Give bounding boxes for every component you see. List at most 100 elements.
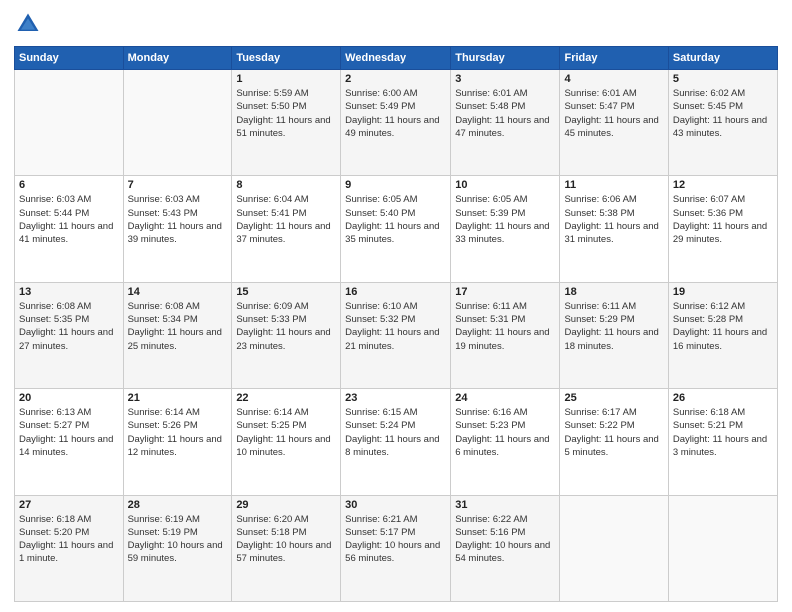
calendar-week-3: 13 Sunrise: 6:08 AM Sunset: 5:35 PM Dayli… [15,282,778,388]
calendar-week-1: 1Sunrise: 5:59 AM Sunset: 5:50 PM Daylig… [15,70,778,176]
calendar-week-2: 6 Sunrise: 6:03 AM Sunset: 5:44 PM Daylig… [15,176,778,282]
cell-content: Sunrise: 6:18 AM Sunset: 5:21 PM Dayligh… [673,406,773,459]
calendar-cell: 31 Sunrise: 6:22 AM Sunset: 5:16 PM Dayli… [451,495,560,601]
cell-content: Sunrise: 6:05 AM Sunset: 5:39 PM Dayligh… [455,193,555,246]
calendar-cell: 6 Sunrise: 6:03 AM Sunset: 5:44 PM Daylig… [15,176,124,282]
calendar-cell: 19 Sunrise: 6:12 AM Sunset: 5:28 PM Dayli… [668,282,777,388]
calendar-cell: 20 Sunrise: 6:13 AM Sunset: 5:27 PM Dayli… [15,389,124,495]
calendar-cell: 8 Sunrise: 6:04 AM Sunset: 5:41 PM Daylig… [232,176,341,282]
calendar-body: 1Sunrise: 5:59 AM Sunset: 5:50 PM Daylig… [15,70,778,602]
day-number: 9 [345,179,446,191]
calendar-cell: 13 Sunrise: 6:08 AM Sunset: 5:35 PM Dayli… [15,282,124,388]
calendar-cell: 16Sunrise: 6:10 AM Sunset: 5:32 PM Dayli… [341,282,451,388]
cell-content: Sunrise: 6:14 AM Sunset: 5:26 PM Dayligh… [128,406,228,459]
cell-content: Sunrise: 6:09 AM Sunset: 5:33 PM Dayligh… [236,300,336,353]
cell-content: Sunrise: 6:03 AM Sunset: 5:44 PM Dayligh… [19,193,119,246]
calendar-cell: 12 Sunrise: 6:07 AM Sunset: 5:36 PM Dayli… [668,176,777,282]
calendar-cell: 2 Sunrise: 6:00 AM Sunset: 5:49 PM Daylig… [341,70,451,176]
day-number: 28 [128,499,228,511]
calendar-cell: 29Sunrise: 6:20 AM Sunset: 5:18 PM Dayli… [232,495,341,601]
cell-content: Sunrise: 6:15 AM Sunset: 5:24 PM Dayligh… [345,406,446,459]
cell-content: Sunrise: 6:11 AM Sunset: 5:29 PM Dayligh… [564,300,663,353]
calendar-cell [15,70,124,176]
calendar-table: SundayMondayTuesdayWednesdayThursdayFrid… [14,46,778,602]
cell-content: Sunrise: 6:18 AM Sunset: 5:20 PM Dayligh… [19,513,119,566]
day-number: 4 [564,73,663,85]
calendar-week-4: 20 Sunrise: 6:13 AM Sunset: 5:27 PM Dayli… [15,389,778,495]
calendar-header: SundayMondayTuesdayWednesdayThursdayFrid… [15,47,778,70]
day-number: 21 [128,392,228,404]
calendar-cell: 25Sunrise: 6:17 AM Sunset: 5:22 PM Dayli… [560,389,668,495]
cell-content: Sunrise: 6:07 AM Sunset: 5:36 PM Dayligh… [673,193,773,246]
weekday-monday: Monday [123,47,232,70]
cell-content: Sunrise: 6:21 AM Sunset: 5:17 PM Dayligh… [345,513,446,566]
day-number: 13 [19,286,119,298]
cell-content: Sunrise: 6:08 AM Sunset: 5:34 PM Dayligh… [128,300,228,353]
cell-content: Sunrise: 6:13 AM Sunset: 5:27 PM Dayligh… [19,406,119,459]
calendar-cell: 23 Sunrise: 6:15 AM Sunset: 5:24 PM Dayli… [341,389,451,495]
calendar-cell: 4Sunrise: 6:01 AM Sunset: 5:47 PM Daylig… [560,70,668,176]
weekday-row: SundayMondayTuesdayWednesdayThursdayFrid… [15,47,778,70]
page: SundayMondayTuesdayWednesdayThursdayFrid… [0,0,792,612]
calendar-cell: 28Sunrise: 6:19 AM Sunset: 5:19 PM Dayli… [123,495,232,601]
cell-content: Sunrise: 6:04 AM Sunset: 5:41 PM Dayligh… [236,193,336,246]
cell-content: Sunrise: 6:17 AM Sunset: 5:22 PM Dayligh… [564,406,663,459]
day-number: 27 [19,499,119,511]
calendar-week-5: 27 Sunrise: 6:18 AM Sunset: 5:20 PM Dayli… [15,495,778,601]
cell-content: Sunrise: 6:12 AM Sunset: 5:28 PM Dayligh… [673,300,773,353]
day-number: 12 [673,179,773,191]
calendar-cell [668,495,777,601]
day-number: 24 [455,392,555,404]
calendar-cell: 17 Sunrise: 6:11 AM Sunset: 5:31 PM Dayli… [451,282,560,388]
day-number: 19 [673,286,773,298]
day-number: 20 [19,392,119,404]
weekday-tuesday: Tuesday [232,47,341,70]
calendar-cell: 18 Sunrise: 6:11 AM Sunset: 5:29 PM Dayli… [560,282,668,388]
calendar-cell: 5Sunrise: 6:02 AM Sunset: 5:45 PM Daylig… [668,70,777,176]
cell-content: Sunrise: 6:02 AM Sunset: 5:45 PM Dayligh… [673,87,773,140]
weekday-friday: Friday [560,47,668,70]
day-number: 2 [345,73,446,85]
cell-content: Sunrise: 6:08 AM Sunset: 5:35 PM Dayligh… [19,300,119,353]
day-number: 3 [455,73,555,85]
cell-content: Sunrise: 6:20 AM Sunset: 5:18 PM Dayligh… [236,513,336,566]
calendar-cell: 14 Sunrise: 6:08 AM Sunset: 5:34 PM Dayli… [123,282,232,388]
cell-content: Sunrise: 6:11 AM Sunset: 5:31 PM Dayligh… [455,300,555,353]
cell-content: Sunrise: 6:05 AM Sunset: 5:40 PM Dayligh… [345,193,446,246]
day-number: 17 [455,286,555,298]
day-number: 23 [345,392,446,404]
cell-content: Sunrise: 6:14 AM Sunset: 5:25 PM Dayligh… [236,406,336,459]
calendar-cell: 9 Sunrise: 6:05 AM Sunset: 5:40 PM Daylig… [341,176,451,282]
weekday-saturday: Saturday [668,47,777,70]
day-number: 22 [236,392,336,404]
calendar-cell: 21 Sunrise: 6:14 AM Sunset: 5:26 PM Dayli… [123,389,232,495]
day-number: 6 [19,179,119,191]
day-number: 18 [564,286,663,298]
weekday-thursday: Thursday [451,47,560,70]
calendar-cell: 30 Sunrise: 6:21 AM Sunset: 5:17 PM Dayli… [341,495,451,601]
calendar-cell: 15Sunrise: 6:09 AM Sunset: 5:33 PM Dayli… [232,282,341,388]
calendar-cell: 22 Sunrise: 6:14 AM Sunset: 5:25 PM Dayli… [232,389,341,495]
cell-content: Sunrise: 6:06 AM Sunset: 5:38 PM Dayligh… [564,193,663,246]
cell-content: Sunrise: 6:03 AM Sunset: 5:43 PM Dayligh… [128,193,228,246]
calendar-cell: 1Sunrise: 5:59 AM Sunset: 5:50 PM Daylig… [232,70,341,176]
day-number: 14 [128,286,228,298]
day-number: 7 [128,179,228,191]
cell-content: Sunrise: 6:22 AM Sunset: 5:16 PM Dayligh… [455,513,555,566]
day-number: 31 [455,499,555,511]
cell-content: Sunrise: 6:16 AM Sunset: 5:23 PM Dayligh… [455,406,555,459]
weekday-wednesday: Wednesday [341,47,451,70]
calendar-cell [123,70,232,176]
day-number: 26 [673,392,773,404]
calendar-cell [560,495,668,601]
day-number: 16 [345,286,446,298]
day-number: 8 [236,179,336,191]
weekday-sunday: Sunday [15,47,124,70]
day-number: 1 [236,73,336,85]
calendar-cell: 11Sunrise: 6:06 AM Sunset: 5:38 PM Dayli… [560,176,668,282]
calendar-cell: 27 Sunrise: 6:18 AM Sunset: 5:20 PM Dayli… [15,495,124,601]
logo-icon [14,10,42,38]
day-number: 30 [345,499,446,511]
logo [14,10,46,38]
cell-content: Sunrise: 6:00 AM Sunset: 5:49 PM Dayligh… [345,87,446,140]
